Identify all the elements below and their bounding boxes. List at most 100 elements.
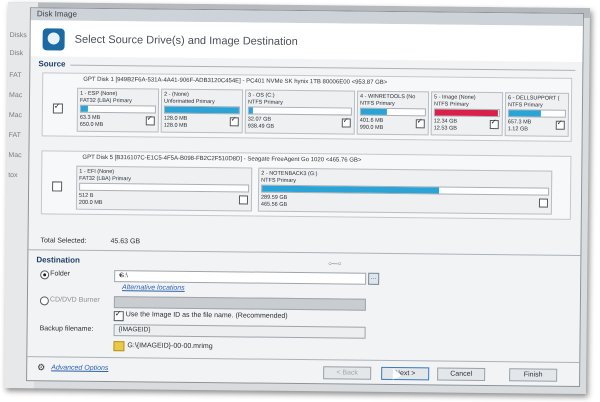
bg-text-7: Mac: [8, 151, 22, 160]
folder-label: Folder: [50, 270, 71, 278]
bg-text-8: tox: [8, 171, 18, 180]
dialog-header: Select Source Drive(s) and Image Destina…: [30, 20, 583, 62]
advanced-options-link[interactable]: Advanced Options: [51, 364, 108, 372]
partition-checkbox[interactable]: [538, 198, 549, 208]
partition-name: 3 - OS (C:): [248, 92, 275, 99]
disk-1-checkbox[interactable]: [52, 103, 63, 114]
partition-used: 32.07 GB: [247, 116, 272, 123]
partition-used: 128.0 MB: [163, 115, 188, 122]
bg-text-5: Mac: [8, 111, 23, 120]
partition-checkbox[interactable]: [341, 118, 351, 128]
next-button[interactable]: Next >: [381, 366, 430, 381]
partition-used: 289.59 GB: [260, 194, 288, 201]
partition-1-2[interactable]: 2 - (None) Unformatted Primary 128.0 MB …: [160, 88, 244, 134]
result-path: G:\{IMAGEID}-00-00.mrimg: [127, 342, 213, 351]
cd-dvd-select[interactable]: [113, 296, 366, 311]
partition-type: NTFS Primary: [247, 99, 283, 106]
partition-1-4[interactable]: 4 - WINRETOOLS (No NTFS Primary 401.6 MB…: [356, 90, 430, 136]
bg-text-6: FAT: [8, 131, 22, 140]
destination-separator: [28, 249, 581, 256]
partition-total: 990.0 MB: [359, 124, 384, 131]
partition-usage-bar: [507, 109, 566, 118]
partition-type: NTFS Primary: [433, 101, 469, 108]
partition-name: 1 - EFI (None): [79, 168, 115, 176]
partition-used: 12.34 GB: [433, 118, 458, 125]
backup-filename-value: {IMAGEID}: [118, 326, 151, 334]
partition-total: 650.0 MB: [79, 121, 104, 128]
disk-image-logo-icon: [42, 28, 65, 51]
source-heading: Source: [38, 59, 66, 69]
use-imageid-label: Use the Image ID as the file name. (Reco…: [125, 311, 288, 320]
back-button[interactable]: < Back: [323, 366, 372, 380]
partition-type: NTFS Primary: [507, 102, 543, 109]
partition-1-1[interactable]: 1 - ESP (None) FAT32 (LBA) Primary 63.3 …: [76, 87, 160, 133]
source-disk-1[interactable]: GPT Disk 1 [949B2F6A-531A-4A41-906F-ADB3…: [41, 72, 573, 142]
disk-image-dialog: Disk Image Select Source Drive(s) and Im…: [26, 7, 584, 387]
usage-fill: [164, 106, 239, 114]
disk-5-label: GPT Disk 5 [B316107C-E1C5-4F5A-B098-FB2C…: [82, 154, 362, 164]
folder-icon: [113, 341, 125, 352]
disk-5-checkbox[interactable]: [52, 181, 63, 192]
bg-text-3: FAT: [9, 71, 22, 80]
partition-type: NTFS Primary: [261, 177, 297, 184]
use-imageid-checkbox[interactable]: [113, 311, 124, 322]
folder-radio[interactable]: [40, 270, 50, 280]
cd-dvd-radio[interactable]: [39, 296, 49, 306]
partition-checkbox[interactable]: [145, 116, 155, 126]
usage-fill: [508, 110, 541, 117]
destination-heading: Destination: [36, 255, 80, 265]
backup-filename-label: Backup filename:: [39, 325, 94, 333]
usage-fill: [262, 185, 440, 194]
advanced-options-icon[interactable]: ⚙: [37, 362, 45, 373]
partition-type: FAT32 (LBA) Primary: [79, 175, 132, 183]
usage-fill: [434, 109, 498, 117]
collapse-toggle-icon[interactable]: ○—○: [328, 261, 341, 267]
partition-usage-bar: [163, 105, 240, 115]
partition-total: 938.49 GB: [247, 123, 275, 130]
source-disk-5[interactable]: GPT Disk 5 [B316107C-E1C5-4F5A-B098-FB2C…: [40, 150, 572, 220]
cd-dvd-label: CD/DVD Burner: [49, 296, 100, 304]
chevron-down-icon[interactable]: ▾: [119, 272, 363, 282]
partition-used: 512 B: [78, 192, 94, 199]
bg-text-2: Disk: [9, 49, 24, 58]
partition-usage-bar: [247, 106, 352, 116]
browse-folder-button[interactable]: …: [368, 272, 380, 285]
partition-type: NTFS Primary: [359, 100, 395, 108]
partition-5-2[interactable]: 2 - NOTENBACK3 (G:) NTFS Primary 289.59 …: [257, 167, 553, 215]
partition-usage-bar: [79, 104, 156, 114]
partition-1-5[interactable]: 5 - Image (None) NTFS Primary 12.34 GB 1…: [430, 91, 504, 137]
partition-total: 465.56 GB: [260, 201, 288, 208]
alternative-locations-link[interactable]: Alternative locations: [122, 284, 185, 292]
partition-usage-bar: [359, 107, 426, 117]
partition-total: 200.0 MB: [78, 199, 103, 206]
partition-name: 6 - DELLSUPPORT (: [508, 95, 560, 102]
partition-used: 63.3 MB: [79, 114, 101, 121]
cancel-button[interactable]: Cancel: [437, 367, 486, 381]
partition-checkbox[interactable]: [229, 117, 239, 127]
partition-total: 1.12 GB: [507, 126, 528, 133]
partition-usage-bar: [433, 108, 500, 118]
page-title: Select Source Drive(s) and Image Destina…: [74, 33, 298, 48]
partition-checkbox[interactable]: [555, 120, 565, 130]
partition-checkbox[interactable]: [415, 119, 425, 129]
source-separator: [70, 64, 576, 71]
partition-checkbox[interactable]: [489, 120, 499, 130]
disk-1-label: GPT Disk 1 [949B2F6A-531A-4A41-906F-ADB3…: [83, 76, 388, 86]
folder-path-select[interactable]: G:\ ▾: [114, 270, 367, 285]
partition-total: 128.0 MB: [163, 122, 188, 129]
finish-button[interactable]: Finish: [509, 368, 558, 382]
backup-filename-input[interactable]: {IMAGEID}: [113, 324, 366, 339]
partition-checkbox[interactable]: [238, 195, 249, 205]
partition-5-1[interactable]: 1 - EFI (None) FAT32 (LBA) Primary 512 B…: [75, 165, 253, 212]
usage-fill: [80, 105, 89, 112]
partition-type: Unformatted Primary: [163, 98, 215, 106]
partition-name: 2 - (None): [164, 91, 189, 98]
bg-text-4: Mac: [9, 91, 23, 100]
partition-usage-bar: [79, 182, 250, 193]
window-title: Disk Image: [36, 9, 77, 19]
partition-1-6[interactable]: 6 - DELLSUPPORT ( NTFS Primary 657.3 MB …: [504, 92, 570, 137]
bg-text-1: Disks: [9, 31, 27, 40]
usage-fill: [360, 108, 387, 115]
partition-1-3[interactable]: 3 - OS (C:) NTFS Primary 32.07 GB 938.49…: [244, 89, 356, 135]
total-selected-value: 45.63 GB: [110, 238, 141, 246]
